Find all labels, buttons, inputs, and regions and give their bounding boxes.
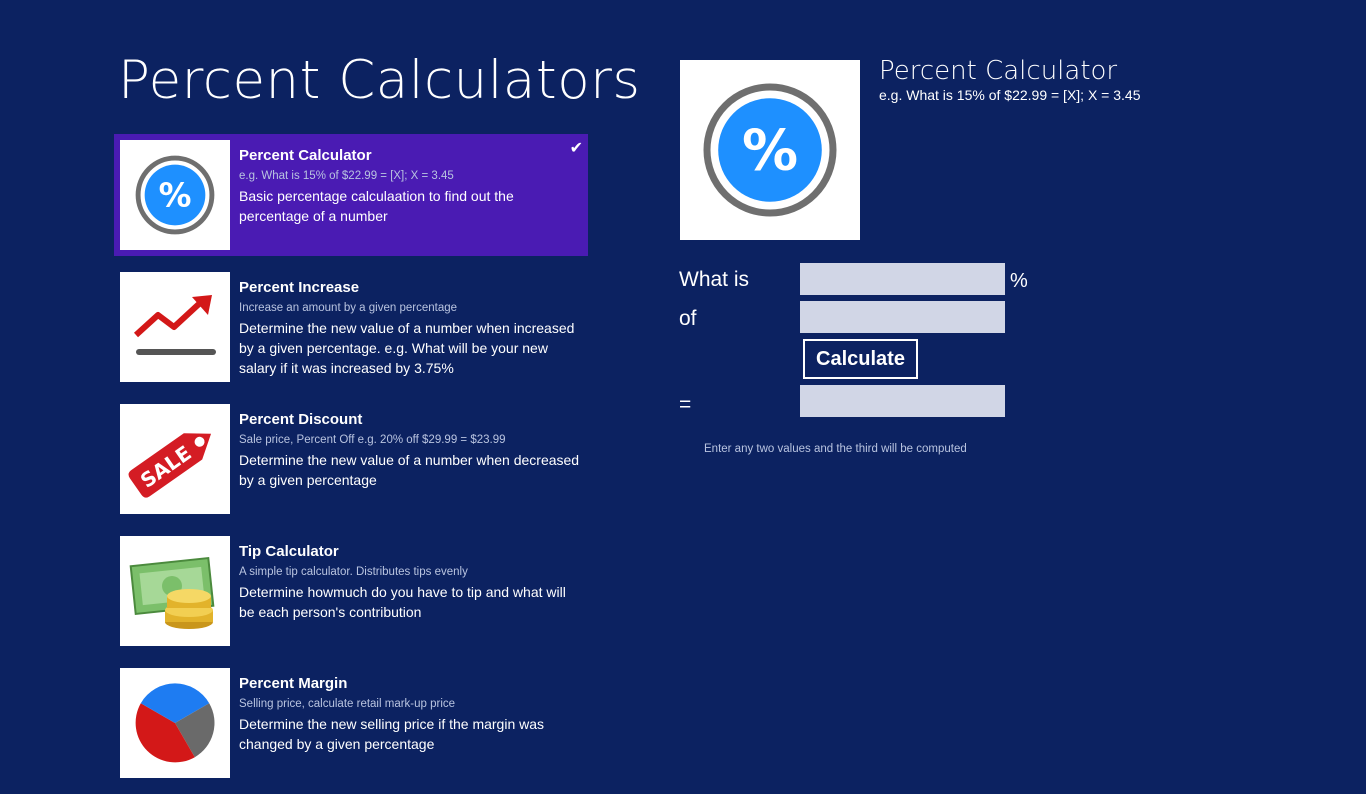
svg-text:%: % [742,119,798,184]
equals-label: = [679,393,692,416]
detail-subtitle: e.g. What is 15% of $22.99 = [X]; X = 3.… [879,87,1141,103]
list-item-title: Percent Calculator [239,147,372,164]
list-item-description: Determine the new value of a number when… [239,452,580,488]
list-item-percent-margin[interactable]: Percent Margin Selling price, calculate … [114,662,588,784]
list-item-title: Tip Calculator [239,543,339,560]
trend-up-icon [120,272,230,382]
list-item-percent-discount[interactable]: SALE Percent Discount Sale price, Percen… [114,398,588,520]
list-item-title: Percent Margin [239,675,348,692]
money-coins-icon [120,536,230,646]
list-item-description: Determine the new value of a number when… [239,320,575,376]
list-item-subtitle: Selling price, calculate retail mark-up … [239,698,456,710]
pie-chart-icon [120,668,230,778]
list-item-percent-calculator[interactable]: % Percent Calculator e.g. What is 15% of… [114,134,588,256]
calculate-button[interactable]: Calculate [803,339,918,379]
percent-icon: % [120,140,230,250]
sale-tag-icon: SALE [120,404,230,514]
hint-text: Enter any two values and the third will … [704,443,967,455]
list-item-tip-calculator[interactable]: Tip Calculator A simple tip calculator. … [114,530,588,652]
list-item-description: Determine the new selling price if the m… [239,716,545,752]
percent-input[interactable] [800,263,1005,295]
list-item-subtitle: A simple tip calculator. Distributes tip… [239,566,468,578]
checkmark-icon: ✔ [569,140,583,157]
list-item-title: Percent Discount [239,411,363,428]
number-input[interactable] [800,301,1005,333]
list-item-description: Basic percentage calculaation to find ou… [239,188,514,224]
list-item-percent-increase[interactable]: Percent Increase Increase an amount by a… [114,266,588,388]
list-item-title: Percent Increase [239,279,360,296]
app-title: Percent Calculators [118,50,641,111]
calculator-list: % Percent Calculator e.g. What is 15% of… [114,134,588,794]
detail-title: Percent Calculator [879,56,1118,86]
list-item-subtitle: Increase an amount by a given percentage [239,302,458,314]
what-is-label: What is [679,268,750,291]
of-label: of [679,307,697,330]
detail-percent-icon: % [680,60,860,240]
list-item-subtitle: Sale price, Percent Off e.g. 20% off $29… [239,434,506,446]
list-item-description: Determine howmuch do you have to tip and… [239,584,566,620]
list-item-subtitle: e.g. What is 15% of $22.99 = [X]; X = 3.… [239,170,454,182]
result-input[interactable] [800,385,1005,417]
svg-text:%: % [159,176,192,214]
percent-symbol: % [1010,270,1028,292]
